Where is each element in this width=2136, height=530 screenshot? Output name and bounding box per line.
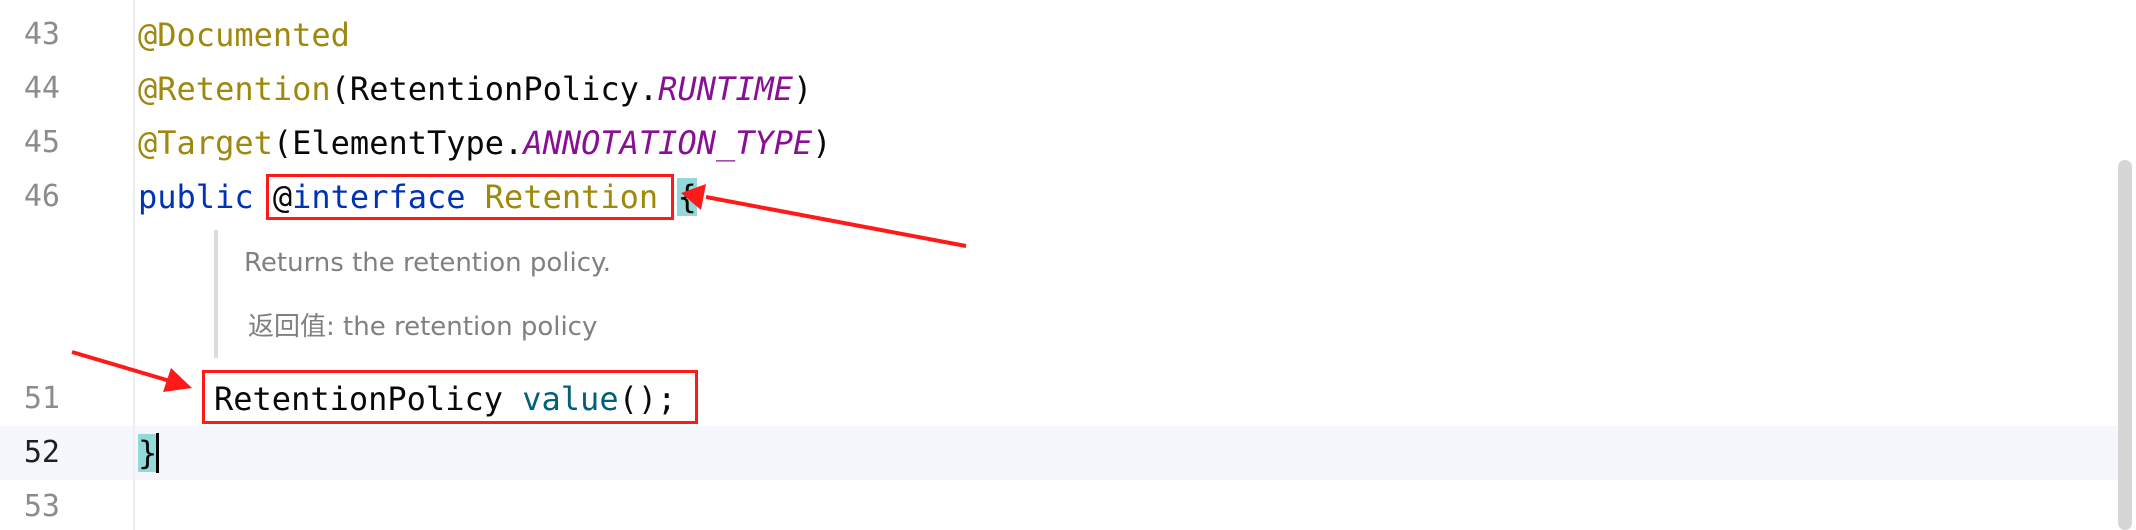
- annotation-arrows: [71, 184, 967, 392]
- vertical-scrollbar[interactable]: [2118, 160, 2132, 530]
- code-editor[interactable]: 43 44 45 46 51 52 53 @Documented @Retent…: [0, 0, 2136, 530]
- arrow-to-value-method: [71, 350, 192, 392]
- arrow-to-interface: [681, 184, 967, 248]
